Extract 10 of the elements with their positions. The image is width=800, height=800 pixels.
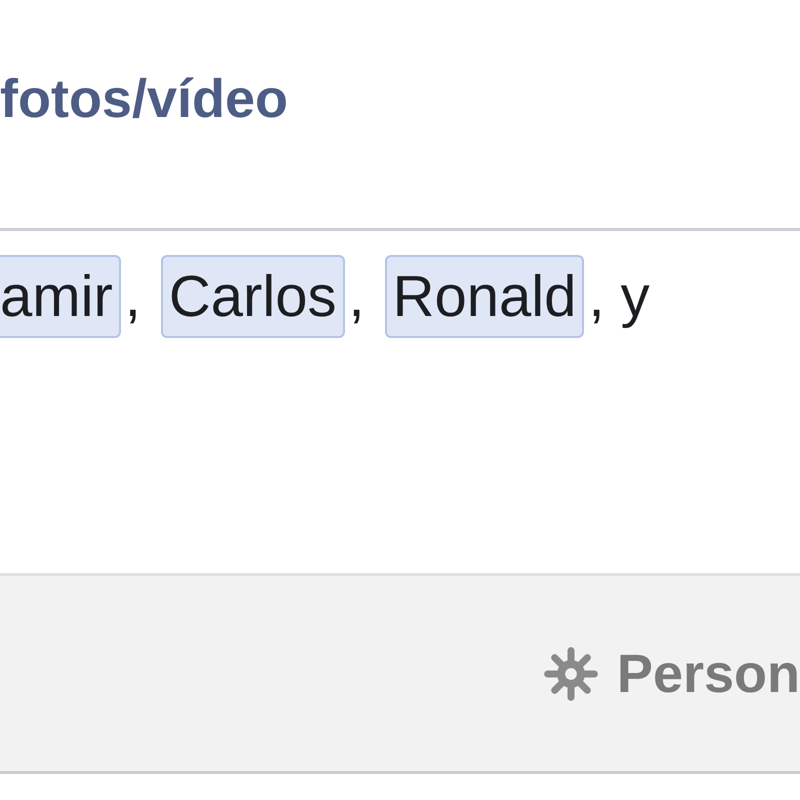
separator-text: , [348,263,366,331]
gear-icon [542,646,599,702]
friend-tag[interactable]: Ronald [384,255,584,338]
friend-tag[interactable]: Carlos [160,255,345,338]
separator-text: , [124,263,142,331]
friend-tag[interactable]: amir [0,255,121,338]
privacy-button[interactable]: Person [542,642,800,704]
separator-text: , y [587,263,651,331]
photo-video-tab[interactable]: fotos/vídeo [0,68,288,130]
tag-field[interactable]: amir , Carlos , Ronald , y [0,231,800,573]
